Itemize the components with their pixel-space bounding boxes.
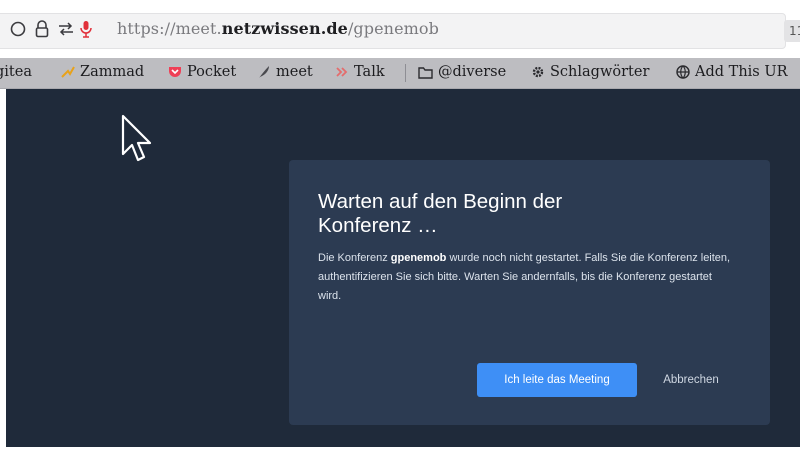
- bookmark-label: meet: [276, 64, 313, 80]
- url-text[interactable]: https://meet.netzwissen.de/gpenemob: [117, 19, 439, 38]
- dialog-message-start: Die Konferenz: [318, 252, 391, 264]
- gear-icon: [531, 65, 545, 79]
- lock-icon[interactable]: [34, 19, 50, 39]
- bookmark-gitea[interactable]: gitea: [0, 64, 32, 80]
- conference-name: gpenemob: [390, 252, 447, 264]
- bookmark-label: gitea: [0, 64, 32, 80]
- globe-icon: [676, 65, 690, 79]
- waiting-dialog: Warten auf den Beginn der Konferenz … Di…: [289, 160, 770, 425]
- pocket-icon: [168, 65, 182, 79]
- bookmark-folder-diverse[interactable]: @diverse: [418, 64, 506, 80]
- folder-icon: [418, 65, 433, 79]
- tab-counter[interactable]: 11: [784, 20, 800, 42]
- mouse-pointer-icon: [121, 114, 153, 168]
- dialog-message: Die Konferenz gpenemob wurde noch nicht …: [318, 249, 738, 306]
- bookmark-label: Talk: [354, 64, 385, 80]
- bookmark-label: Pocket: [187, 64, 237, 80]
- url-prefix: https://meet.: [117, 19, 222, 38]
- bookmark-talk[interactable]: Talk: [335, 64, 385, 80]
- url-path: /gpenemob: [347, 19, 440, 38]
- bookmark-label: Zammad: [80, 64, 145, 80]
- bookmark-schlagwoerter[interactable]: Schlagwörter: [531, 64, 649, 80]
- browser-toolbar: https://meet.netzwissen.de/gpenemob 11: [0, 0, 800, 58]
- bookmark-pocket[interactable]: Pocket: [168, 64, 236, 80]
- talk-icon: [335, 65, 349, 79]
- cancel-button[interactable]: Abbrechen: [650, 363, 732, 397]
- permissions-icon[interactable]: [56, 21, 76, 37]
- shield-icon[interactable]: [9, 20, 27, 38]
- microphone-icon[interactable]: [79, 19, 93, 39]
- zammad-icon: [61, 65, 75, 79]
- bookmark-meet[interactable]: meet: [257, 64, 313, 80]
- bookmarks-bar: gitea Zammad Pocket meet Talk @diverse: [0, 58, 800, 89]
- bookmark-label: Schlagwörter: [550, 64, 650, 80]
- url-tld: .de: [320, 19, 348, 38]
- bookmark-label: Add This UR: [695, 64, 788, 80]
- host-login-button[interactable]: Ich leite das Meeting: [477, 363, 637, 397]
- feather-icon: [257, 65, 271, 79]
- dialog-title: Warten auf den Beginn der Konferenz …: [318, 190, 563, 237]
- url-domain: netzwissen: [221, 19, 321, 38]
- bookmark-add-this-url[interactable]: Add This UR: [676, 64, 787, 80]
- bookmark-zammad[interactable]: Zammad: [61, 64, 144, 80]
- bookmark-separator: [405, 64, 406, 82]
- bookmark-label: @diverse: [438, 64, 507, 80]
